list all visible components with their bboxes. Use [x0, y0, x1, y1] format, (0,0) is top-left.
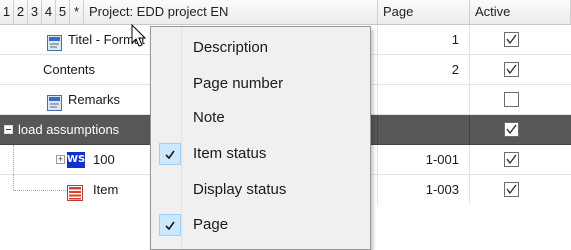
tree-line	[14, 190, 66, 192]
level-all-button[interactable]: *	[70, 0, 84, 24]
column-header-project[interactable]: Project: EDD project EN	[84, 0, 378, 24]
level-2-button[interactable]: 2	[14, 0, 28, 24]
row-page: 1-003	[378, 175, 470, 205]
column-header-bar: 1 2 3 4 5 * Project: EDD project EN Page…	[0, 0, 571, 25]
row-title: 100	[93, 152, 115, 167]
row-title: Remarks	[68, 92, 121, 107]
active-checkbox[interactable]	[504, 122, 519, 137]
active-checkbox[interactable]	[504, 182, 519, 197]
level-1-button[interactable]: 1	[0, 0, 14, 24]
level-4-button[interactable]: 4	[42, 0, 56, 24]
row-active-cell	[470, 175, 571, 205]
ws-badge: WS	[67, 152, 85, 168]
level-3-button[interactable]: 3	[28, 0, 42, 24]
menu-item-label: Display status	[193, 181, 287, 198]
menu-item-description[interactable]: Description	[151, 31, 372, 65]
item-list-icon	[67, 182, 83, 201]
tree-line	[13, 145, 15, 175]
document-icon	[47, 92, 62, 111]
tree-line	[13, 175, 15, 190]
menu-item-page-number[interactable]: Page number	[151, 67, 372, 101]
active-checkbox[interactable]	[504, 32, 519, 47]
menu-item-note[interactable]: Note	[151, 101, 372, 135]
row-page: 1-001	[378, 145, 470, 175]
row-title: Contents	[43, 62, 96, 77]
menu-item-display-status[interactable]: Display status	[151, 173, 372, 207]
collapse-icon[interactable]	[4, 125, 13, 134]
row-page	[378, 115, 470, 145]
row-active-cell	[470, 115, 571, 145]
column-chooser-menu: Description Page number Note Item status…	[150, 26, 371, 250]
active-checkbox[interactable]	[504, 62, 519, 77]
row-active-cell	[470, 85, 571, 115]
row-page: 1	[378, 25, 470, 55]
menu-item-item-status[interactable]: Item status	[151, 137, 372, 171]
mouse-cursor-icon	[131, 24, 147, 47]
level-5-button[interactable]: 5	[56, 0, 70, 24]
menu-item-label: Note	[193, 109, 225, 126]
menu-item-label: Description	[193, 39, 269, 56]
active-checkbox[interactable]	[504, 152, 519, 167]
menu-item-label: Page number	[193, 75, 284, 92]
checkmark-icon	[159, 214, 181, 236]
row-title: load assumptions	[18, 122, 120, 137]
row-active-cell	[470, 145, 571, 175]
expand-icon[interactable]: +	[56, 155, 65, 164]
menu-item-label: Page	[193, 216, 229, 233]
row-page	[378, 85, 470, 115]
menu-item-page[interactable]: Page	[151, 208, 372, 242]
row-page: 2	[378, 55, 470, 85]
row-active-cell	[470, 55, 571, 85]
menu-item-label: Item status	[193, 145, 267, 162]
column-header-active[interactable]: Active	[470, 0, 571, 24]
column-header-page[interactable]: Page	[378, 0, 470, 24]
document-icon	[47, 32, 62, 51]
checkmark-icon	[159, 143, 181, 165]
row-active-cell	[470, 25, 571, 55]
active-checkbox[interactable]	[504, 92, 519, 107]
row-title: Item	[93, 182, 119, 197]
